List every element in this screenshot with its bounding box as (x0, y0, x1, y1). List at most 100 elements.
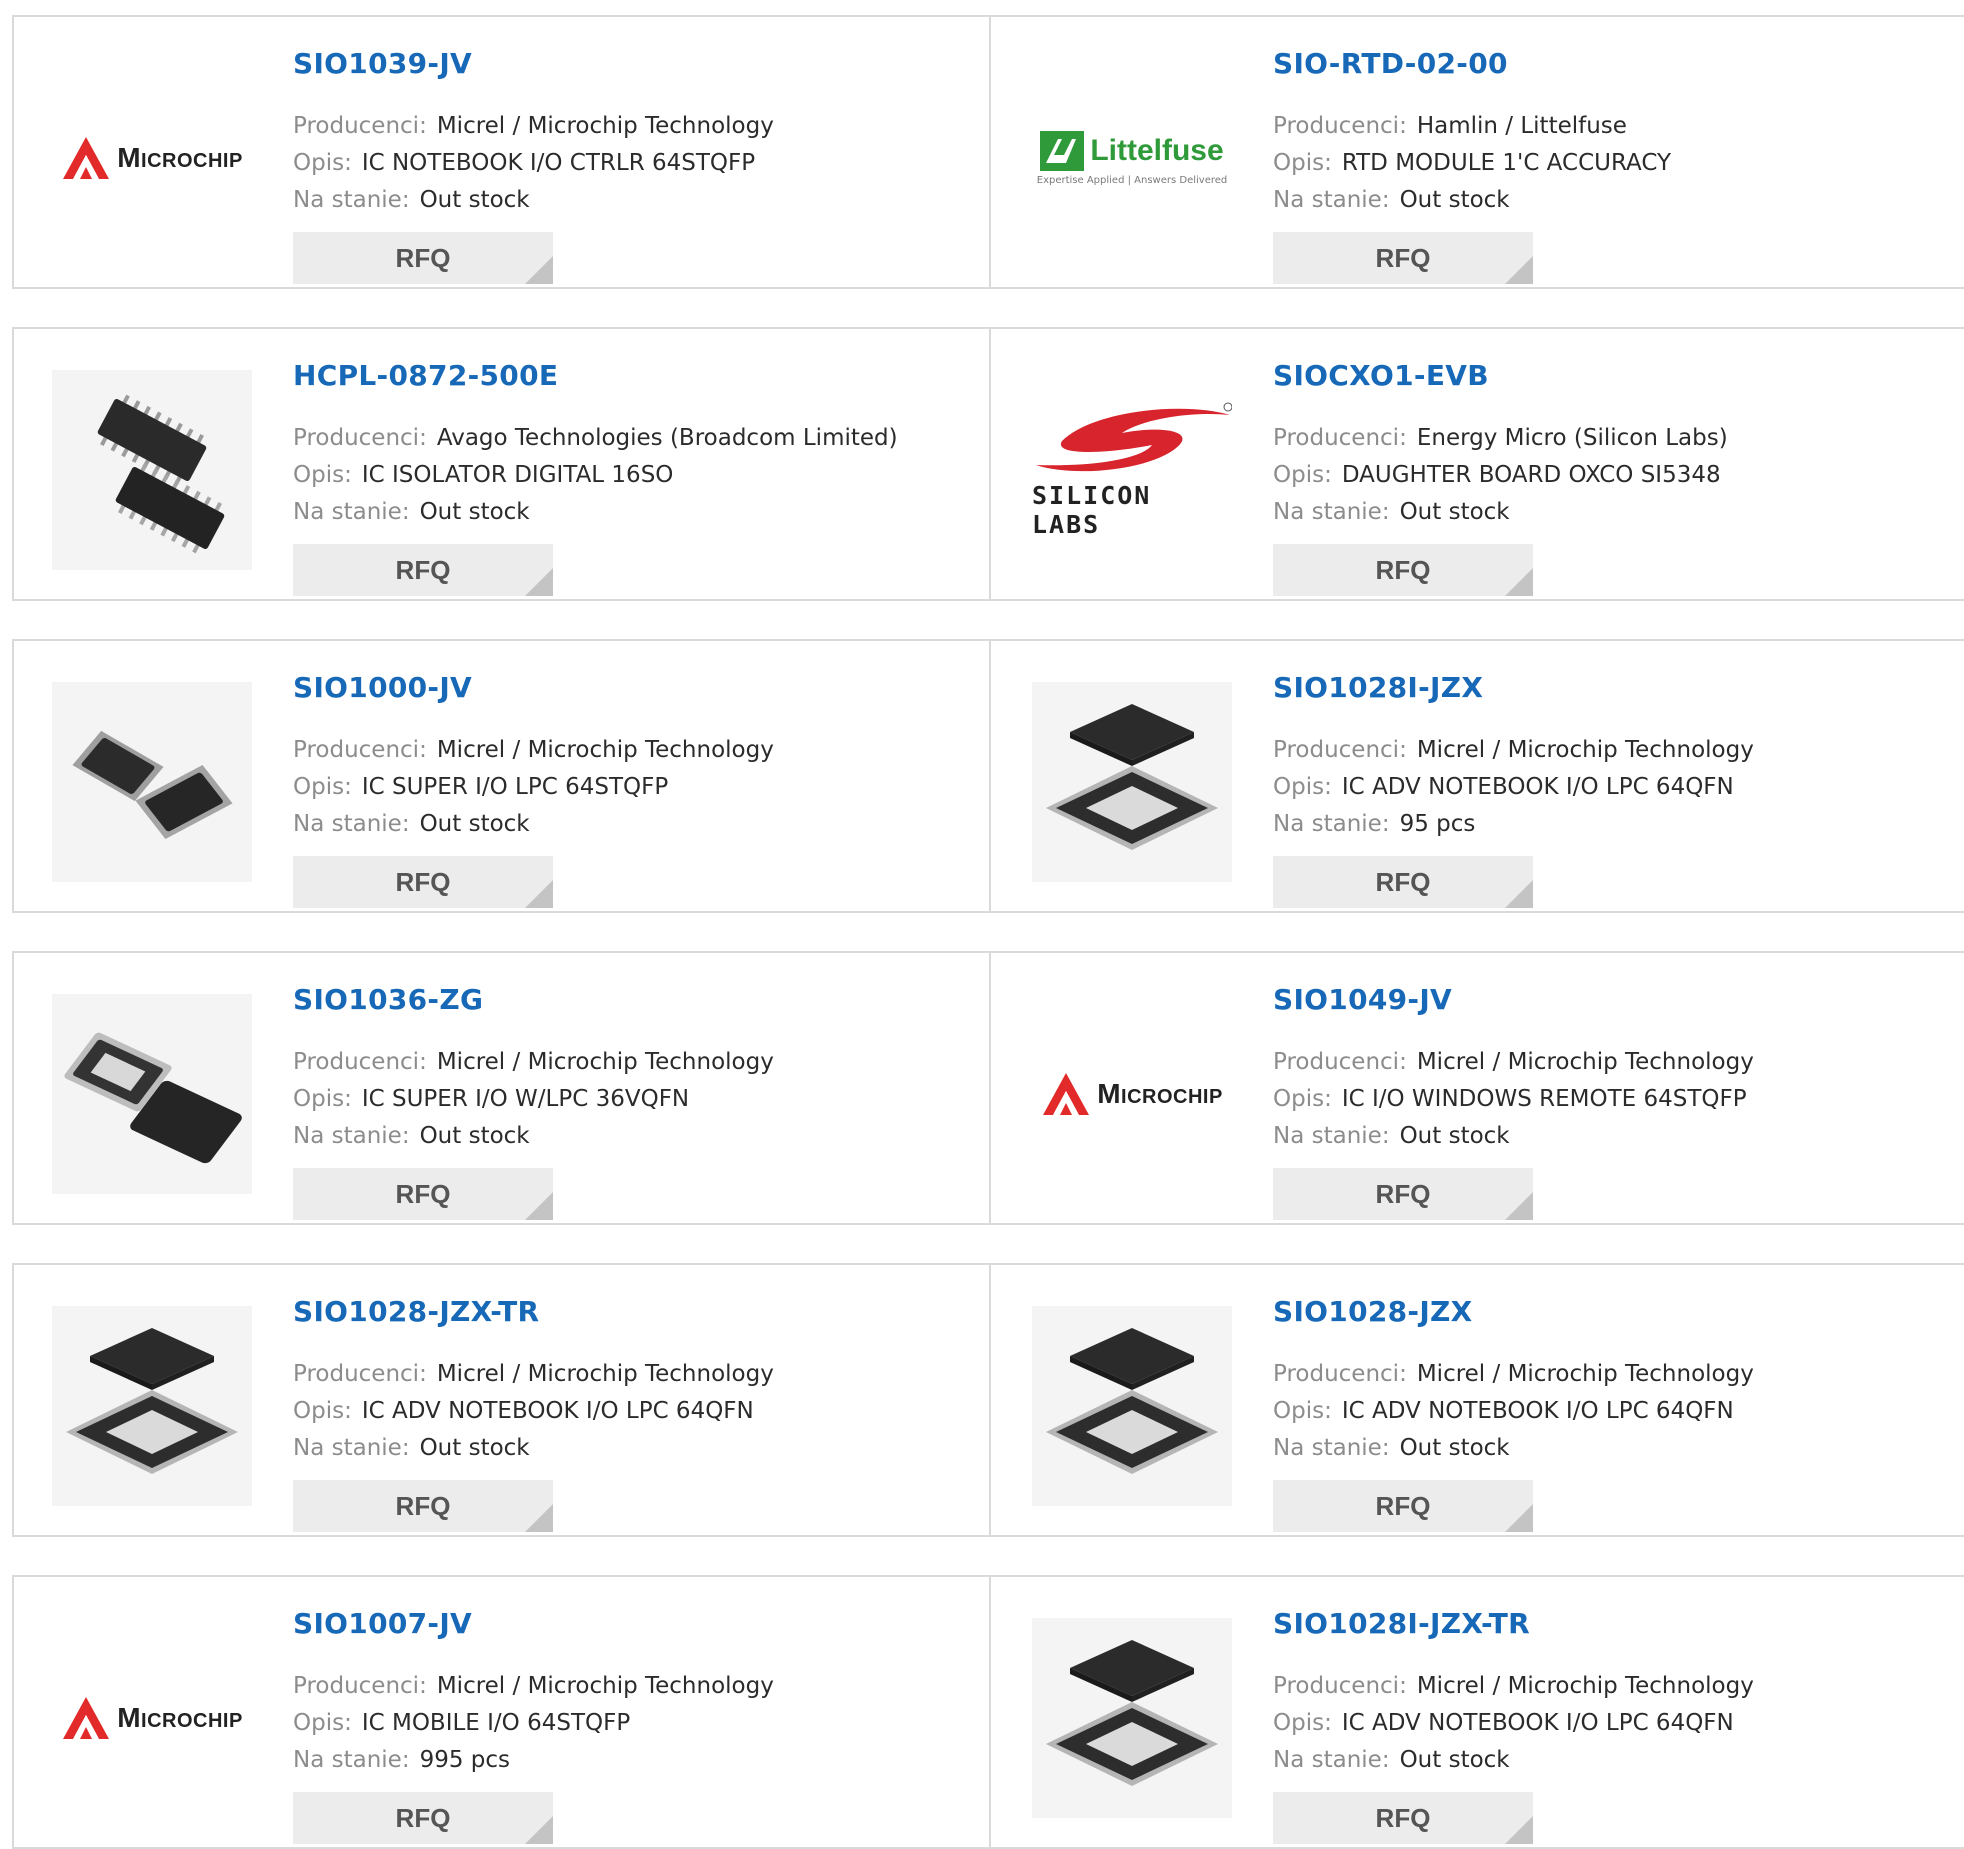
stock-row: Na stanie: Out stock (293, 499, 530, 525)
product-card: HCPL-0872-500E Producenci: Avago Technolo… (12, 329, 989, 599)
part-number-link[interactable]: HCPL-0872-500E (293, 359, 558, 392)
part-number-link[interactable]: SIO1007-JV (293, 1607, 472, 1640)
product-card: SIO1028I-JZX-TR Producenci: Micrel / Micr… (991, 1577, 1964, 1847)
microchip-wordmark: Microchip (117, 1702, 243, 1733)
stock-value: 995 pcs (419, 1747, 511, 1773)
product-card: SILICON LABS SIOCXO1-EVB Producenci: Ener… (991, 329, 1964, 599)
corner-triangle-icon (1505, 1504, 1533, 1532)
product-card: SIO1036-ZG Producenci: Micrel / Microchip… (12, 953, 989, 1223)
corner-triangle-icon (525, 1192, 553, 1220)
stock-row: Na stanie: Out stock (1273, 499, 1510, 525)
description-row: Opis: IC ADV NOTEBOOK I/O LPC 64QFN (1273, 1710, 1734, 1736)
product-image[interactable]: Littelfuse Expertise Applied | Answers D… (1032, 58, 1232, 258)
corner-triangle-icon (525, 256, 553, 284)
rfq-button[interactable]: RFQ (293, 856, 553, 908)
description-label: Opis: (293, 462, 352, 488)
description-row: Opis: DAUGHTER BOARD OXCO SI5348 (1273, 462, 1721, 488)
stock-label: Na stanie: (1273, 1435, 1390, 1461)
product-image[interactable] (52, 1306, 252, 1506)
product-card: SIO1028I-JZX Producenci: Micrel / Microch… (991, 641, 1964, 911)
rfq-button[interactable]: RFQ (1273, 544, 1533, 596)
description-row: Opis: RTD MODULE 1'C ACCURACY (1273, 150, 1671, 176)
stock-value: Out stock (1399, 1747, 1510, 1773)
littelfuse-tagline: Expertise Applied | Answers Delivered (1036, 174, 1228, 186)
description-value: RTD MODULE 1'C ACCURACY (1341, 150, 1672, 176)
rfq-button[interactable]: RFQ (293, 544, 553, 596)
stock-value: Out stock (419, 1435, 530, 1461)
stock-row: Na stanie: Out stock (1273, 1435, 1510, 1461)
rfq-button[interactable]: RFQ (293, 232, 553, 284)
microchip-logo-icon: Microchip (61, 1695, 243, 1741)
part-number-link[interactable]: SIO1028-JZX-TR (293, 1295, 539, 1328)
rfq-button[interactable]: RFQ (1273, 856, 1533, 908)
manufacturer-value: Micrel / Microchip Technology (1416, 1673, 1754, 1699)
description-label: Opis: (1273, 1086, 1332, 1112)
soic-chip-icon (97, 394, 225, 554)
qfn-chip-icon (1046, 1640, 1218, 1786)
stock-row: Na stanie: Out stock (1273, 1747, 1510, 1773)
microchip-wordmark: Microchip (117, 142, 243, 173)
product-image[interactable] (1032, 682, 1232, 882)
rfq-button[interactable]: RFQ (1273, 232, 1533, 284)
rfq-label: RFQ (1375, 242, 1431, 273)
product-card: SIO1028-JZX Producenci: Micrel / Microchi… (991, 1265, 1964, 1535)
manufacturer-row: Producenci: Micrel / Microchip Technology (293, 1049, 774, 1075)
manufacturer-value: Micrel / Microchip Technology (1416, 1049, 1754, 1075)
stock-label: Na stanie: (293, 187, 410, 213)
manufacturer-value: Avago Technologies (Broadcom Limited) (436, 425, 898, 451)
stock-label: Na stanie: (293, 1747, 410, 1773)
description-label: Opis: (293, 150, 352, 176)
manufacturer-value: Micrel / Microchip Technology (1416, 1361, 1754, 1387)
product-image[interactable]: SILICON LABS (1032, 370, 1232, 570)
rfq-label: RFQ (395, 1490, 451, 1521)
part-number-link[interactable]: SIOCXO1-EVB (1273, 359, 1489, 392)
product-image[interactable]: Microchip (1032, 994, 1232, 1194)
corner-triangle-icon (1505, 256, 1533, 284)
description-value: IC ADV NOTEBOOK I/O LPC 64QFN (361, 1398, 754, 1424)
description-label: Opis: (293, 1086, 352, 1112)
corner-triangle-icon (525, 1504, 553, 1532)
manufacturer-row: Producenci: Micrel / Microchip Technology (293, 1673, 774, 1699)
microchip-wordmark: Microchip (1097, 1078, 1223, 1109)
rfq-button[interactable]: RFQ (293, 1168, 553, 1220)
rfq-button[interactable]: RFQ (1273, 1168, 1533, 1220)
corner-triangle-icon (1505, 1192, 1533, 1220)
part-number-link[interactable]: SIO1028-JZX (1273, 1295, 1473, 1328)
qfp-chip-icon (72, 730, 233, 840)
stock-label: Na stanie: (293, 499, 410, 525)
product-image[interactable] (1032, 1618, 1232, 1818)
description-label: Opis: (1273, 774, 1332, 800)
product-grid: Microchip SIO1039-JV Producenci: Micrel /… (0, 0, 1964, 1849)
manufacturer-row: Producenci: Micrel / Microchip Technology (1273, 1049, 1754, 1075)
silicon-labs-logo-icon: SILICON LABS (1032, 401, 1232, 539)
product-image[interactable] (52, 370, 252, 570)
product-image[interactable]: Microchip (52, 58, 252, 258)
product-image[interactable]: Microchip (52, 1618, 252, 1818)
description-value: IC ISOLATOR DIGITAL 16SO (361, 462, 674, 488)
description-value: IC NOTEBOOK I/O CTRLR 64STQFP (361, 150, 756, 176)
part-number-link[interactable]: SIO1028I-JZX-TR (1273, 1607, 1530, 1640)
manufacturer-row: Producenci: Micrel / Microchip Technology (293, 113, 774, 139)
product-image[interactable] (52, 682, 252, 882)
rfq-button[interactable]: RFQ (1273, 1792, 1533, 1844)
manufacturer-row: Producenci: Micrel / Microchip Technology (293, 737, 774, 763)
stock-row: Na stanie: 95 pcs (1273, 811, 1475, 837)
part-number-link[interactable]: SIO1036-ZG (293, 983, 483, 1016)
part-number-link[interactable]: SIO1039-JV (293, 47, 472, 80)
rfq-button[interactable]: RFQ (1273, 1480, 1533, 1532)
part-number-link[interactable]: SIO1049-JV (1273, 983, 1452, 1016)
description-label: Opis: (1273, 462, 1332, 488)
product-image[interactable] (52, 994, 252, 1194)
rfq-button[interactable]: RFQ (293, 1480, 553, 1532)
description-row: Opis: IC SUPER I/O W/LPC 36VQFN (293, 1086, 689, 1112)
description-row: Opis: IC MOBILE I/O 64STQFP (293, 1710, 630, 1736)
description-value: IC ADV NOTEBOOK I/O LPC 64QFN (1341, 1398, 1734, 1424)
product-image[interactable] (1032, 1306, 1232, 1506)
part-number-link[interactable]: SIO1000-JV (293, 671, 472, 704)
part-number-link[interactable]: SIO-RTD-02-00 (1273, 47, 1508, 80)
silicon-labs-wordmark: SILICON LABS (1032, 481, 1152, 539)
part-number-link[interactable]: SIO1028I-JZX (1273, 671, 1483, 704)
product-row: SIO1028-JZX-TR Producenci: Micrel / Micro… (12, 1263, 1964, 1537)
rfq-button[interactable]: RFQ (293, 1792, 553, 1844)
manufacturer-value: Micrel / Microchip Technology (436, 1049, 774, 1075)
